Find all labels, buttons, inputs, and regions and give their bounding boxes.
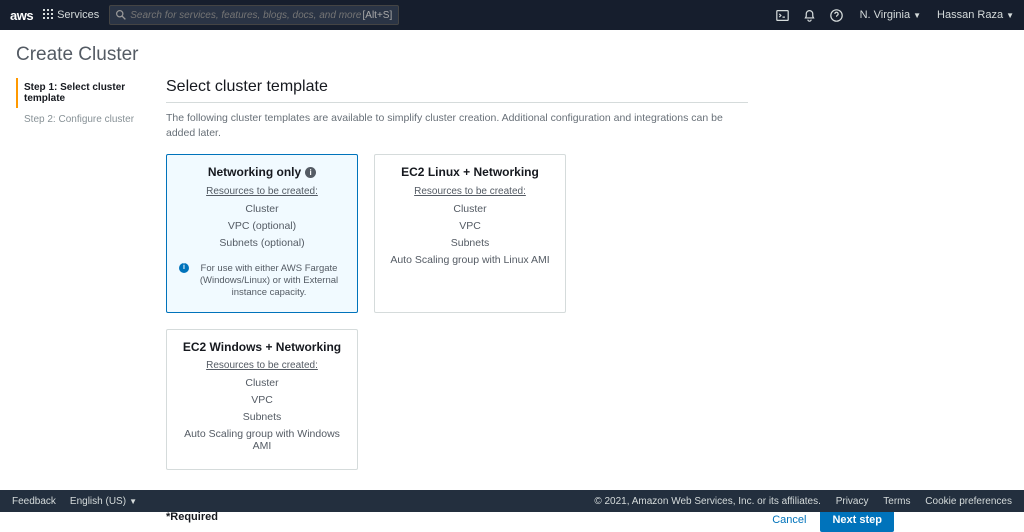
aws-logo[interactable]: aws bbox=[10, 8, 33, 23]
template-grid: Networking only i Resources to be create… bbox=[166, 154, 748, 470]
template-note: i For use with either AWS Fargate (Windo… bbox=[175, 263, 349, 300]
resource-item: Subnets (optional) bbox=[175, 237, 349, 249]
wizard-steps: Step 1: Select cluster template Step 2: … bbox=[16, 78, 166, 491]
resource-item: Auto Scaling group with Linux AMI bbox=[383, 254, 557, 266]
search-input[interactable] bbox=[130, 10, 362, 21]
resource-item: Subnets bbox=[383, 237, 557, 249]
top-nav: aws Services [Alt+S] N. Virginia▼ Hassan… bbox=[0, 0, 1024, 30]
search-shortcut: [Alt+S] bbox=[363, 10, 393, 21]
footer: Feedback English (US)▼ © 2021, Amazon We… bbox=[0, 490, 1024, 512]
resources-header: Resources to be created: bbox=[175, 360, 349, 371]
cookie-preferences-link[interactable]: Cookie preferences bbox=[925, 496, 1012, 507]
copyright: © 2021, Amazon Web Services, Inc. or its… bbox=[594, 496, 821, 507]
user-menu[interactable]: Hassan Raza▼ bbox=[937, 9, 1014, 21]
step-1[interactable]: Step 1: Select cluster template bbox=[16, 78, 166, 108]
services-grid-icon[interactable] bbox=[43, 8, 53, 22]
template-title: EC2 Linux + Networking bbox=[401, 165, 539, 179]
privacy-link[interactable]: Privacy bbox=[836, 496, 869, 507]
template-ec2-linux[interactable]: EC2 Linux + Networking Resources to be c… bbox=[374, 154, 566, 312]
resources-header: Resources to be created: bbox=[175, 186, 349, 197]
template-title: Networking only bbox=[208, 165, 301, 179]
cloudshell-icon[interactable] bbox=[776, 9, 789, 22]
language-selector[interactable]: English (US)▼ bbox=[70, 496, 137, 507]
search-icon bbox=[116, 10, 126, 20]
resources-header: Resources to be created: bbox=[383, 186, 557, 197]
resource-item: Cluster bbox=[383, 203, 557, 215]
resource-item: VPC bbox=[175, 394, 349, 406]
template-ec2-windows[interactable]: EC2 Windows + Networking Resources to be… bbox=[166, 329, 358, 470]
services-menu[interactable]: Services bbox=[57, 9, 99, 21]
info-icon: i bbox=[179, 263, 189, 273]
notifications-icon[interactable] bbox=[803, 9, 816, 22]
step-2: Step 2: Configure cluster bbox=[16, 110, 166, 129]
cancel-button[interactable]: Cancel bbox=[772, 514, 806, 526]
resource-item: Cluster bbox=[175, 377, 349, 389]
intro-text: The following cluster templates are avai… bbox=[166, 111, 748, 140]
page-title: Create Cluster bbox=[16, 44, 1024, 66]
resource-item: Auto Scaling group with Windows AMI bbox=[175, 428, 349, 452]
resource-item: Subnets bbox=[175, 411, 349, 423]
template-networking-only[interactable]: Networking only i Resources to be create… bbox=[166, 154, 358, 312]
region-selector[interactable]: N. Virginia▼ bbox=[860, 9, 921, 21]
search-container: [Alt+S] bbox=[109, 5, 399, 25]
resource-item: VPC (optional) bbox=[175, 220, 349, 232]
template-title: EC2 Windows + Networking bbox=[183, 340, 341, 354]
feedback-link[interactable]: Feedback bbox=[12, 496, 56, 507]
section-title: Select cluster template bbox=[166, 78, 748, 103]
info-icon[interactable]: i bbox=[305, 167, 316, 178]
resource-item: VPC bbox=[383, 220, 557, 232]
help-icon[interactable] bbox=[830, 9, 843, 22]
terms-link[interactable]: Terms bbox=[883, 496, 910, 507]
resource-item: Cluster bbox=[175, 203, 349, 215]
